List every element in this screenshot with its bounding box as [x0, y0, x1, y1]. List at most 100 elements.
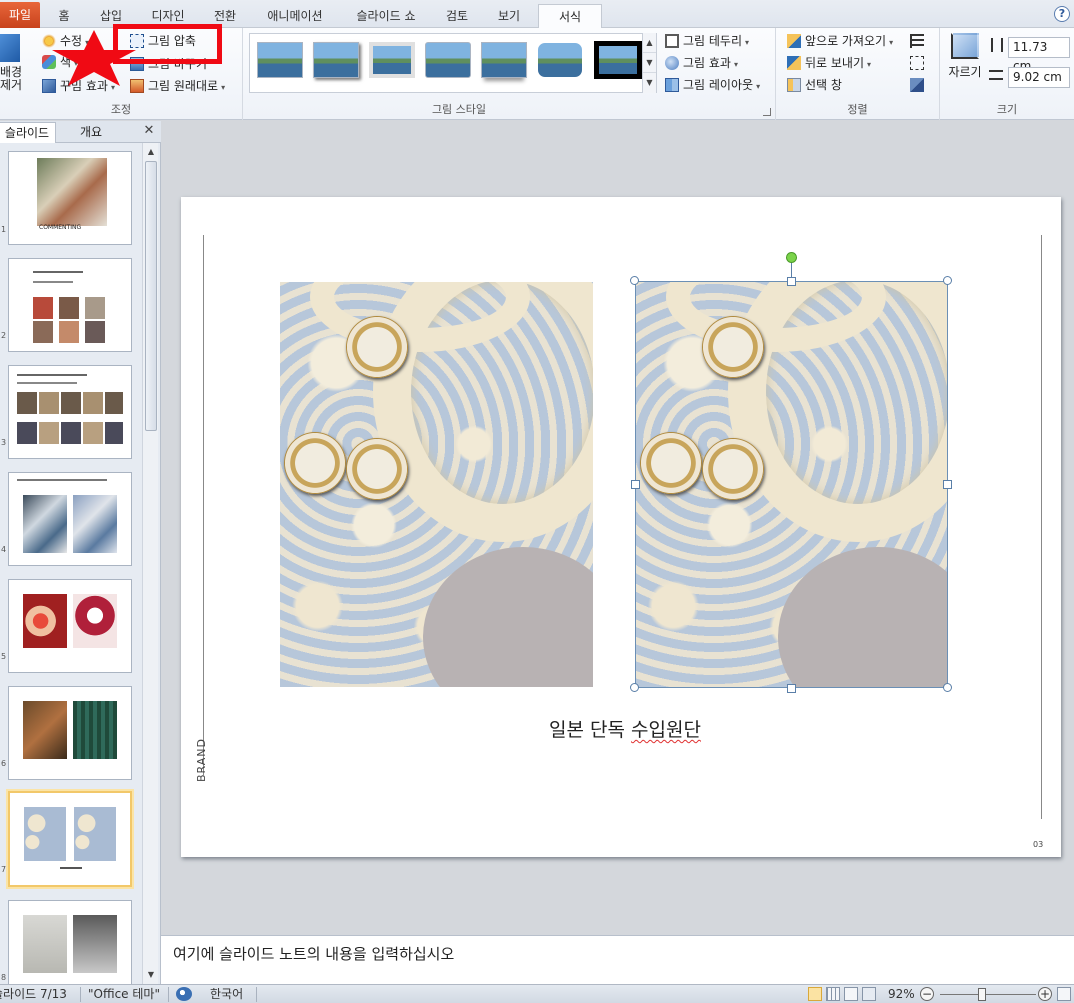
picture-effects-button[interactable]: 그림 효과 ▾: [663, 53, 738, 73]
selection-pane-label: 선택 창: [805, 78, 842, 92]
thumbnail-text: [60, 867, 82, 869]
fit-to-window-icon[interactable]: [1057, 987, 1071, 1001]
picture-effects-icon: [665, 56, 679, 70]
thumbnail-image: [37, 158, 107, 226]
resize-handle-right[interactable]: [943, 480, 952, 489]
thumbnail-image: [73, 495, 117, 553]
reset-picture-button[interactable]: 그림 원래대로 ▾: [128, 76, 225, 96]
thumbnail-text: [17, 374, 87, 376]
tab-slideshow[interactable]: 슬라이드 쇼: [350, 4, 422, 28]
resize-handle-left[interactable]: [631, 480, 640, 489]
thumbnail-image: [17, 392, 123, 414]
slide-sorter-icon[interactable]: [826, 987, 840, 1001]
gallery-scroll[interactable]: ▲ ▼ ▼: [642, 33, 656, 93]
proofing-icon[interactable]: [176, 987, 192, 1001]
thumbnail-image: [24, 807, 66, 861]
zoom-level[interactable]: 92%: [888, 985, 915, 1003]
gallery-down-icon[interactable]: ▼: [643, 53, 656, 73]
picture-layout-button[interactable]: 그림 레이아웃 ▾: [663, 75, 760, 95]
style-thumbnail[interactable]: [481, 42, 527, 78]
style-thumbnail[interactable]: [537, 42, 583, 78]
tab-home[interactable]: 홈: [52, 4, 76, 28]
thumbnail-image: [85, 297, 105, 319]
gallery-up-icon[interactable]: ▲: [643, 33, 656, 53]
resize-handle-bottom-left[interactable]: [630, 683, 639, 692]
zoom-out-icon[interactable]: −: [920, 987, 934, 1001]
crop-button[interactable]: 자르기: [946, 33, 984, 97]
resize-handle-bottom[interactable]: [787, 684, 796, 693]
language[interactable]: 한국어: [210, 985, 243, 1003]
send-backward-button[interactable]: 뒤로 보내기 ▾: [785, 53, 871, 73]
selection-pane-button[interactable]: 선택 창: [785, 75, 842, 95]
close-icon[interactable]: ✕: [141, 123, 157, 139]
resize-handle-top[interactable]: [787, 277, 796, 286]
scroll-down-icon[interactable]: ▼: [144, 968, 158, 982]
caption-misspelled-text: 수입원단: [631, 719, 701, 741]
picture-style-gallery: [249, 33, 657, 93]
gallery-more-icon[interactable]: ▼: [643, 73, 656, 93]
align-icon[interactable]: [910, 34, 924, 48]
shape-width-input[interactable]: 9.02 cm: [1008, 67, 1070, 88]
resize-handle-bottom-right[interactable]: [943, 683, 952, 692]
slide-thumbnail-2[interactable]: [8, 258, 132, 352]
reset-picture-label: 그림 원래대로: [148, 79, 219, 93]
picture-border-button[interactable]: 그림 테두리 ▾: [663, 31, 749, 51]
slide-thumbnail-5[interactable]: [8, 579, 132, 673]
fabric-photo-left[interactable]: [280, 282, 593, 687]
slide-thumbnail-7[interactable]: [8, 791, 132, 887]
zoom-slider-track[interactable]: [940, 994, 1036, 995]
group-icon[interactable]: [910, 56, 924, 70]
rotation-handle[interactable]: [786, 252, 797, 263]
picture-layout-icon: [665, 78, 679, 92]
slide-caption[interactable]: 일본 단독 수입원단: [549, 715, 701, 742]
divider: [80, 987, 81, 1002]
reading-view-icon[interactable]: [844, 987, 858, 1001]
style-thumbnail[interactable]: [257, 42, 303, 78]
tab-slides[interactable]: 슬라이드: [0, 122, 56, 143]
slide-number: 7: [1, 865, 7, 874]
scroll-thumb[interactable]: [145, 161, 157, 431]
slideshow-icon[interactable]: [862, 987, 876, 1001]
shape-height-input[interactable]: 11.73 cm: [1008, 37, 1070, 73]
gold-button: [346, 316, 408, 378]
scroll-up-icon[interactable]: ▲: [144, 145, 158, 159]
rotate-icon[interactable]: [910, 78, 924, 92]
tab-format[interactable]: 서식: [538, 4, 602, 29]
zoom-slider-thumb[interactable]: [978, 988, 986, 1001]
tab-view[interactable]: 보기: [494, 4, 524, 28]
slide-thumbnail-4[interactable]: [8, 472, 132, 566]
style-thumbnail[interactable]: [369, 42, 415, 78]
slide-thumbnail-8[interactable]: [8, 900, 132, 984]
notes-pane[interactable]: 여기에 슬라이드 노트의 내용을 입력하십시오: [161, 935, 1074, 984]
slide-thumbnail-3[interactable]: [8, 365, 132, 459]
help-icon[interactable]: ?: [1054, 6, 1070, 22]
slide-number: 8: [1, 973, 7, 982]
resize-handle-top-right[interactable]: [943, 276, 952, 285]
tab-file[interactable]: 파일: [0, 2, 40, 28]
resize-handle-top-left[interactable]: [630, 276, 639, 285]
crop-icon: [951, 33, 979, 59]
style-thumbnail[interactable]: [425, 42, 471, 78]
slide-number: 4: [1, 545, 7, 554]
style-thumbnail[interactable]: [594, 41, 642, 79]
chevron-down-icon: ▾: [745, 38, 750, 47]
remove-background-button[interactable]: 배경 제거: [0, 34, 30, 100]
tab-outline[interactable]: 개요: [62, 122, 120, 143]
dialog-launcher-icon[interactable]: [763, 108, 771, 116]
style-thumbnail[interactable]: [313, 42, 359, 78]
gold-button: [346, 438, 408, 500]
picture-styles-label: 그림 스타일: [431, 103, 487, 116]
width-icon: [989, 70, 1003, 80]
theme-name[interactable]: "Office 테마": [88, 985, 160, 1003]
thumbnail-text: [33, 281, 73, 283]
bring-forward-button[interactable]: 앞으로 가져오기 ▾: [785, 31, 893, 51]
zoom-in-icon[interactable]: +: [1038, 987, 1052, 1001]
slide-thumbnail-1[interactable]: COMMENTING: [8, 151, 132, 245]
normal-view-icon[interactable]: [808, 987, 822, 1001]
remove-background-label: 배경 제거: [0, 65, 23, 92]
tab-review[interactable]: 검토: [442, 4, 472, 28]
slide-thumbnail-6[interactable]: [8, 686, 132, 780]
tab-animations[interactable]: 애니메이션: [262, 4, 328, 28]
picture-border-label: 그림 테두리: [683, 34, 743, 48]
thumbnail-scrollbar[interactable]: ▲ ▼: [142, 143, 158, 984]
